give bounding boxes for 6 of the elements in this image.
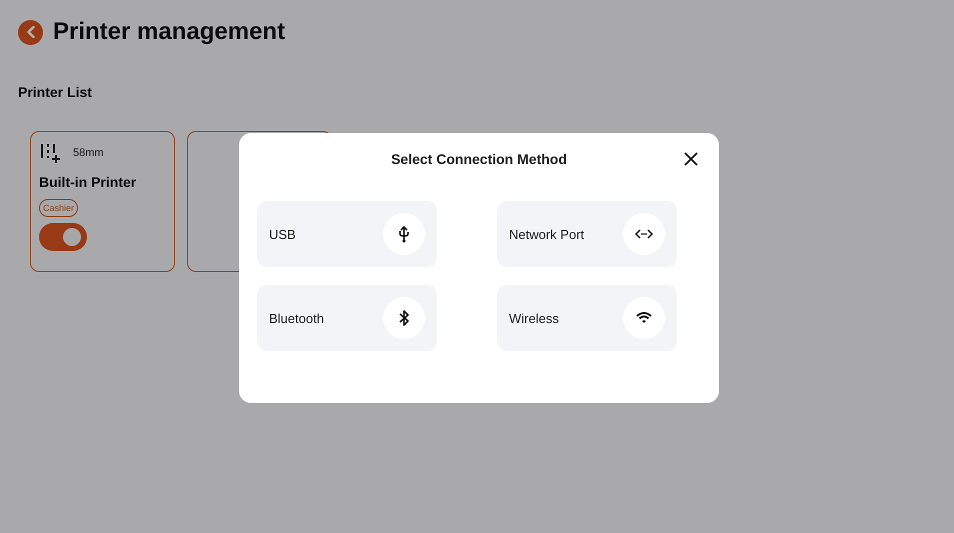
page-title: Printer management bbox=[53, 18, 286, 46]
dialog-title: Select Connection Method bbox=[391, 151, 567, 167]
section-title: Printer List bbox=[18, 84, 93, 100]
printer-name: Built-in Printer bbox=[39, 174, 136, 190]
paper-size: 58mm bbox=[73, 147, 104, 159]
role-tag: Cashier bbox=[39, 199, 78, 217]
